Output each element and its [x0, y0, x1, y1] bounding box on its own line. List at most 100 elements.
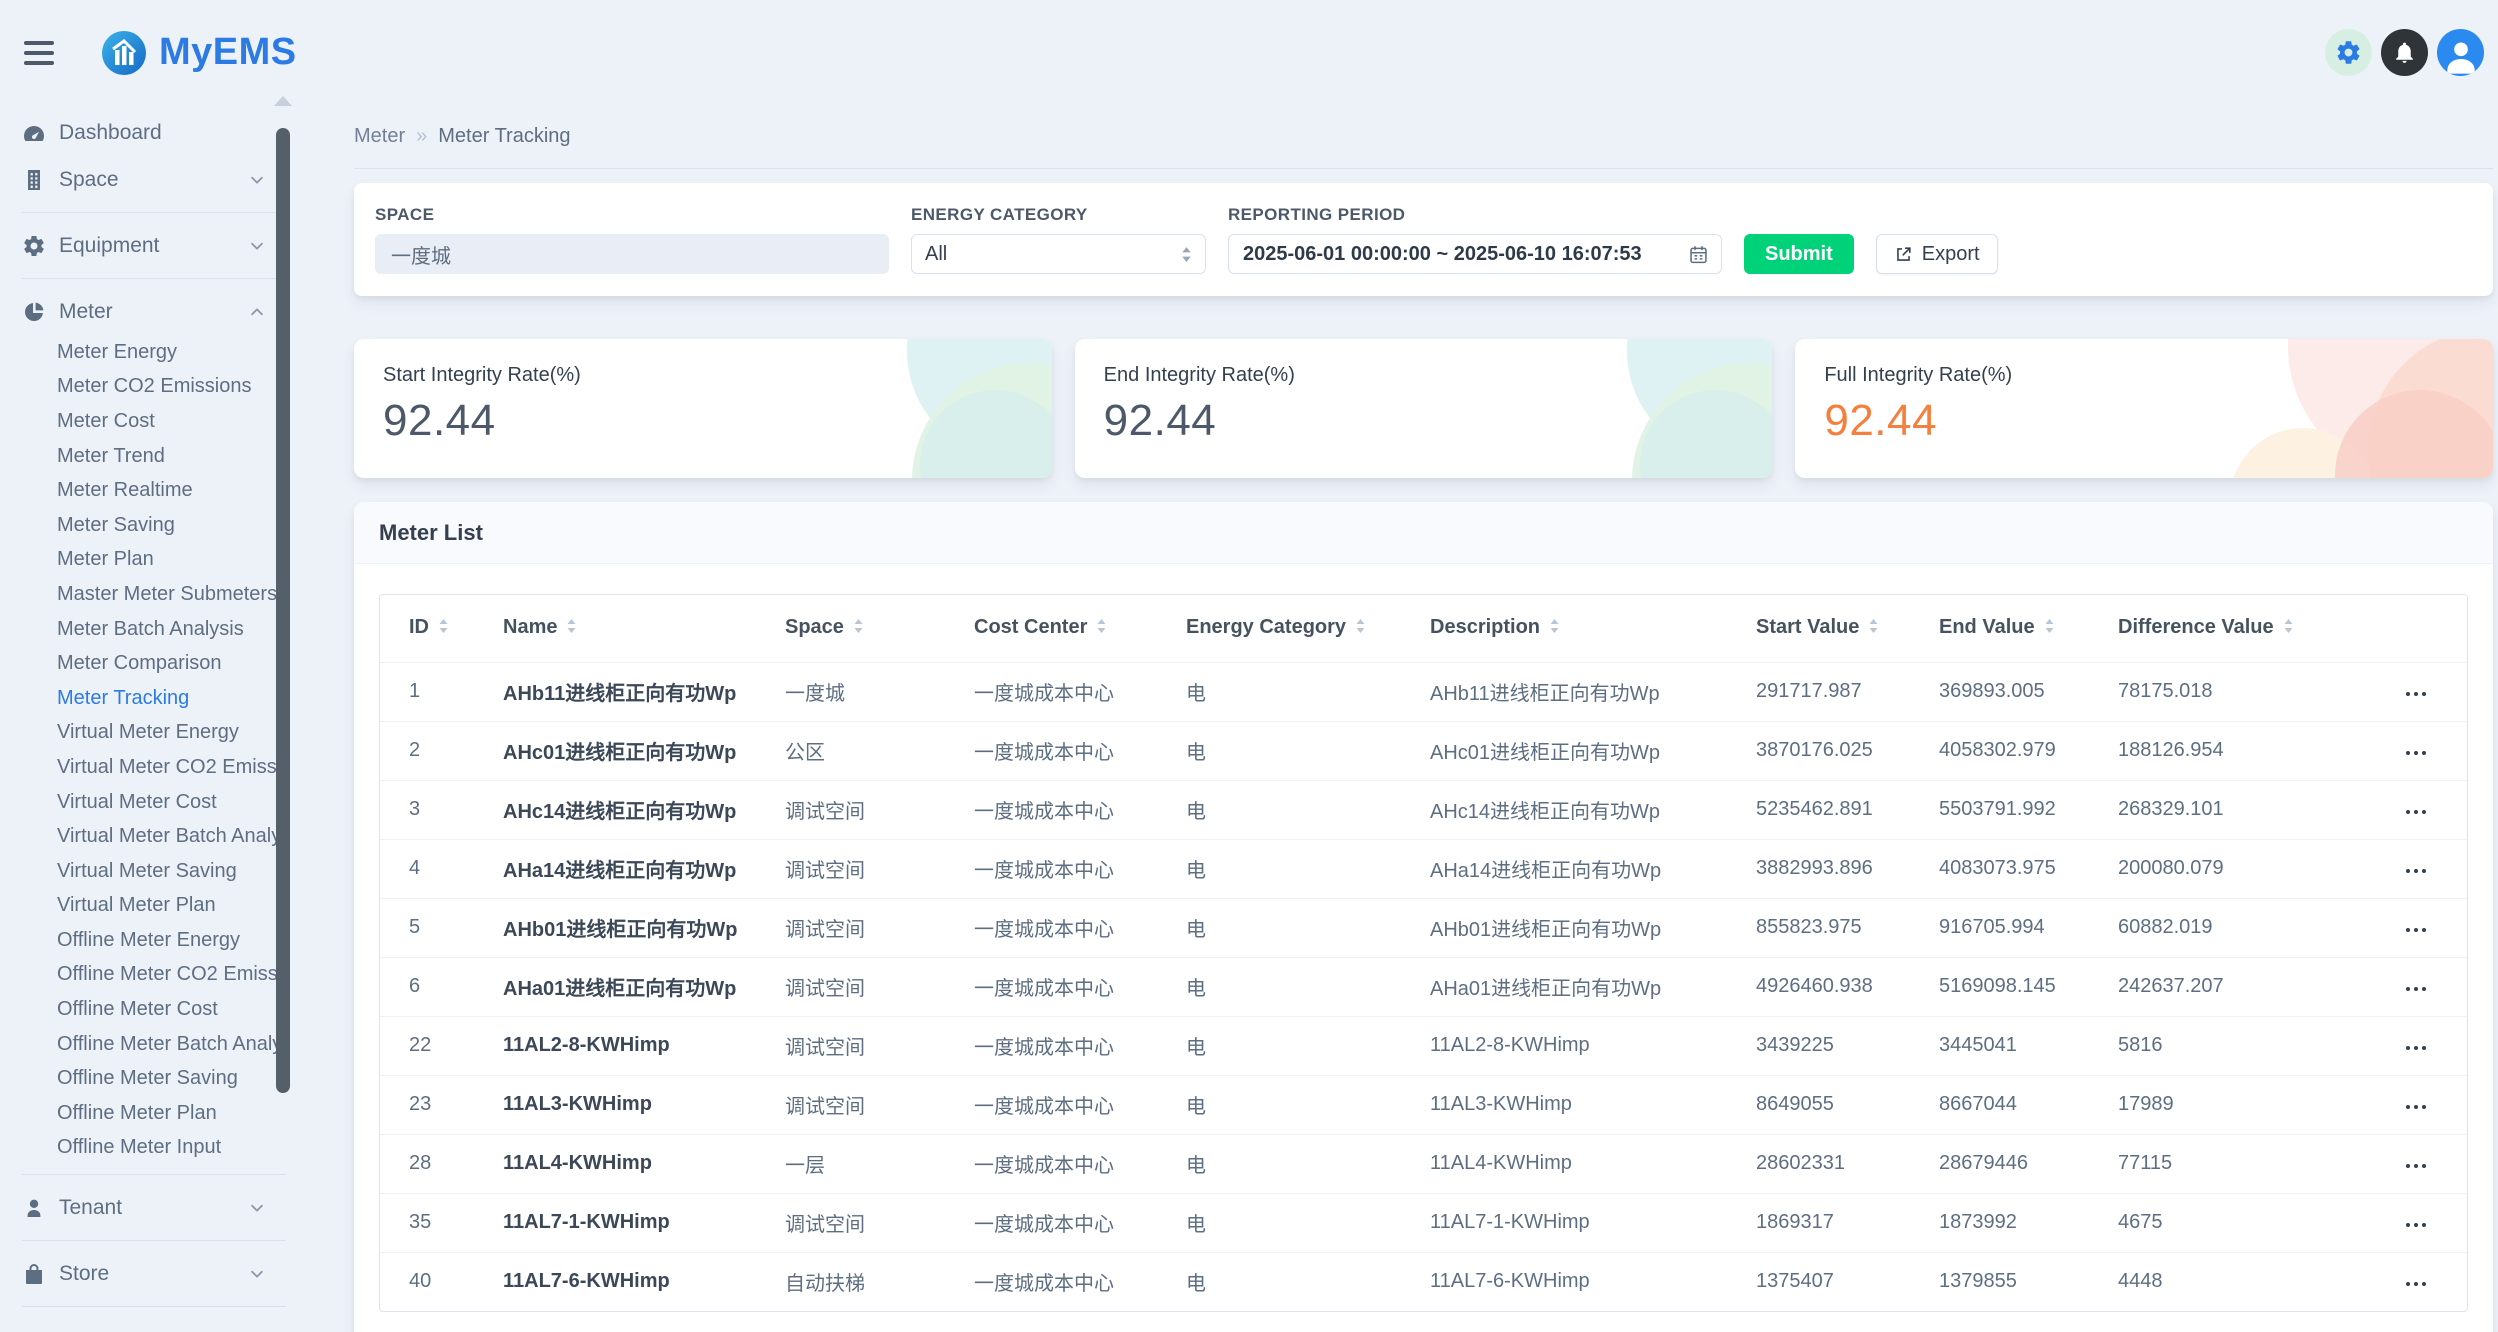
submit-button[interactable]: Submit	[1744, 234, 1854, 274]
end-value-cell: 5169098.145	[1910, 957, 2089, 1016]
stat-value: 92.44	[383, 396, 1052, 446]
column-header-start-value[interactable]: Start Value	[1727, 595, 1910, 662]
sidebar-item-offline-meter-input[interactable]: Offline Meter Input	[0, 1131, 308, 1166]
export-button[interactable]: Export	[1876, 234, 1998, 274]
start-value-cell: 855823.975	[1727, 898, 1910, 957]
user-avatar[interactable]	[2437, 29, 2484, 76]
sidebar-item-meter-energy[interactable]: Meter Energy	[0, 335, 308, 370]
start-value-cell: 28602331	[1727, 1134, 1910, 1193]
row-more-options-button[interactable]	[2405, 1152, 2427, 1175]
sort-icon	[1868, 617, 1879, 640]
chevron-down-icon	[248, 1265, 266, 1283]
energy-category-cell: 电	[1157, 1193, 1401, 1252]
space-cell: 公区	[756, 721, 945, 780]
pie-icon	[22, 300, 46, 324]
sidebar-item-meter-batch-analysis[interactable]: Meter Batch Analysis	[0, 612, 308, 647]
sidebar-item-offline-meter-co2-emissions[interactable]: Offline Meter CO2 Emissions	[0, 958, 308, 993]
calendar-icon[interactable]	[1688, 244, 1709, 265]
column-header-space[interactable]: Space	[756, 595, 945, 662]
energy-category-cell: 电	[1157, 1075, 1401, 1134]
difference-value-cell: 200080.079	[2089, 839, 2289, 898]
table-row: 2811AL4-KWHimp一层一度城成本中心电11AL4-KWHimp2860…	[380, 1134, 2467, 1193]
column-header-end-value[interactable]: End Value	[1910, 595, 2089, 662]
row-more-options-button[interactable]	[2405, 1211, 2427, 1234]
gear-icon	[22, 234, 46, 258]
column-header-difference-value[interactable]: Difference Value	[2089, 595, 2289, 662]
difference-value-cell: 60882.019	[2089, 898, 2289, 957]
column-header-id[interactable]: ID	[380, 595, 474, 662]
sidebar-item-virtual-meter-co2-emissions[interactable]: Virtual Meter CO2 Emissions	[0, 750, 308, 785]
sidebar-item-offline-meter-saving[interactable]: Offline Meter Saving	[0, 1061, 308, 1096]
stat-title: Full Integrity Rate(%)	[1824, 364, 2493, 387]
description-cell: AHa01进线柜正向有功Wp	[1401, 957, 1727, 1016]
sidebar-item-meter-comparison[interactable]: Meter Comparison	[0, 646, 308, 681]
sidebar-item-offline-meter-energy[interactable]: Offline Meter Energy	[0, 923, 308, 958]
end-value-cell: 3445041	[1910, 1016, 2089, 1075]
notifications-button[interactable]	[2381, 29, 2428, 76]
sidebar-item-virtual-meter-cost[interactable]: Virtual Meter Cost	[0, 785, 308, 820]
id-cell: 40	[380, 1252, 474, 1311]
row-more-options-button[interactable]	[2405, 680, 2427, 703]
energy-category-select[interactable]: All	[911, 234, 1206, 274]
space-input[interactable]	[375, 234, 889, 274]
actions-cell	[2289, 1193, 2467, 1252]
sidebar-item-offline-meter-cost[interactable]: Offline Meter Cost	[0, 992, 308, 1027]
row-more-options-button[interactable]	[2405, 916, 2427, 939]
row-more-options-button[interactable]	[2405, 1093, 2427, 1116]
column-header-cost-center[interactable]: Cost Center	[945, 595, 1157, 662]
sidebar-item-virtual-meter-saving[interactable]: Virtual Meter Saving	[0, 854, 308, 889]
sidebar-item-meter-tracking[interactable]: Meter Tracking	[0, 681, 308, 716]
difference-value-cell: 4448	[2089, 1252, 2289, 1311]
space-cell: 一层	[756, 1134, 945, 1193]
sidebar-scroll-up-arrow[interactable]	[274, 96, 292, 106]
row-more-options-button[interactable]	[2405, 798, 2427, 821]
sidebar-item-virtual-meter-energy[interactable]: Virtual Meter Energy	[0, 716, 308, 751]
sidebar-item-tenant[interactable]: Tenant	[0, 1184, 308, 1231]
sidebar-item-store[interactable]: Store	[0, 1250, 308, 1297]
sidebar-item-offline-meter-batch-analysis[interactable]: Offline Meter Batch Analysis	[0, 1027, 308, 1062]
sidebar-item-dashboard[interactable]: Dashboard	[0, 109, 308, 156]
sidebar-item-equipment[interactable]: Equipment	[0, 222, 308, 269]
sidebar-scrollbar[interactable]	[276, 128, 290, 1093]
row-more-options-button[interactable]	[2405, 857, 2427, 880]
breadcrumb-parent[interactable]: Meter	[354, 125, 405, 148]
sidebar-item-meter-co2-emissions[interactable]: Meter CO2 Emissions	[0, 370, 308, 405]
brand-logo[interactable]: MyEMS	[100, 29, 297, 77]
sidebar-item-offline-meter-plan[interactable]: Offline Meter Plan	[0, 1096, 308, 1131]
description-cell: AHc14进线柜正向有功Wp	[1401, 780, 1727, 839]
row-more-options-button[interactable]	[2405, 739, 2427, 762]
settings-button[interactable]	[2325, 29, 2372, 76]
cost-center-cell: 一度城成本中心	[945, 1134, 1157, 1193]
column-header-description[interactable]: Description	[1401, 595, 1727, 662]
sidebar-item-meter-realtime[interactable]: Meter Realtime	[0, 473, 308, 508]
sidebar-item-meter[interactable]: Meter	[0, 288, 308, 335]
energy-category-cell: 电	[1157, 1016, 1401, 1075]
id-cell: 23	[380, 1075, 474, 1134]
gauge-icon	[22, 121, 46, 145]
actions-cell	[2289, 898, 2467, 957]
sidebar-item-space[interactable]: Space	[0, 156, 308, 203]
hamburger-menu-icon[interactable]	[24, 41, 54, 65]
table-row: 6AHa01进线柜正向有功Wp调试空间一度城成本中心电AHa01进线柜正向有功W…	[380, 957, 2467, 1016]
reporting-period-input[interactable]	[1228, 234, 1722, 274]
sidebar-item-virtual-meter-batch-analysis[interactable]: Virtual Meter Batch Analysis	[0, 819, 308, 854]
sidebar-item-master-meter-submeters-balance[interactable]: Master Meter Submeters Balance	[0, 577, 308, 612]
sidebar-item-meter-saving[interactable]: Meter Saving	[0, 508, 308, 543]
sidebar-item-meter-trend[interactable]: Meter Trend	[0, 439, 308, 474]
name-cell: 11AL3-KWHimp	[474, 1075, 756, 1134]
difference-value-cell: 4675	[2089, 1193, 2289, 1252]
row-more-options-button[interactable]	[2405, 1270, 2427, 1293]
sidebar-divider	[22, 1174, 286, 1175]
space-cell: 自动扶梯	[756, 1252, 945, 1311]
description-cell: AHa14进线柜正向有功Wp	[1401, 839, 1727, 898]
sidebar-item-meter-cost[interactable]: Meter Cost	[0, 404, 308, 439]
sidebar-item-meter-plan[interactable]: Meter Plan	[0, 543, 308, 578]
column-header-energy-category[interactable]: Energy Category	[1157, 595, 1401, 662]
row-more-options-button[interactable]	[2405, 1034, 2427, 1057]
row-more-options-button[interactable]	[2405, 975, 2427, 998]
column-header-name[interactable]: Name	[474, 595, 756, 662]
meter-list-title: Meter List	[379, 520, 483, 546]
table-row: 2311AL3-KWHimp调试空间一度城成本中心电11AL3-KWHimp86…	[380, 1075, 2467, 1134]
end-value-cell: 28679446	[1910, 1134, 2089, 1193]
sidebar-item-virtual-meter-plan[interactable]: Virtual Meter Plan	[0, 889, 308, 924]
